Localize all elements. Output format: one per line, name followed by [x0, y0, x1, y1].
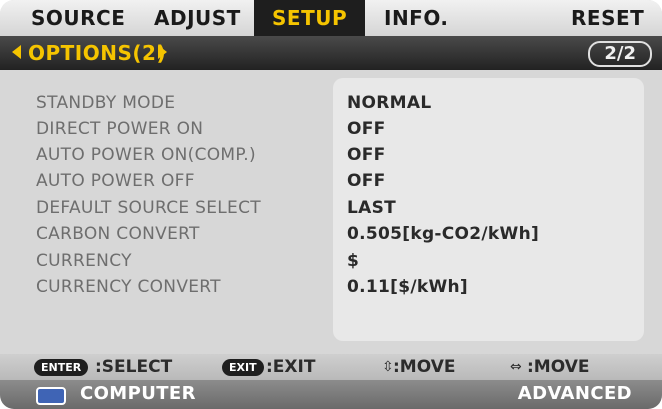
page-indicator: 2/2	[588, 41, 652, 67]
setting-row-auto-power-off[interactable]: AUTO POWER OFF OFF	[0, 169, 662, 193]
setting-row-direct-power-on[interactable]: DIRECT POWER ON OFF	[0, 117, 662, 141]
move-leftright-hint: :MOVE	[527, 357, 590, 377]
select-hint: :SELECT	[95, 357, 173, 377]
arrow-left-icon[interactable]	[12, 45, 21, 59]
exit-key-badge: EXIT	[222, 359, 264, 376]
setting-value[interactable]: LAST	[347, 196, 396, 220]
setting-label: CURRENCY	[36, 251, 132, 271]
tab-info[interactable]: INFO.	[384, 7, 449, 29]
setting-label: CURRENCY CONVERT	[36, 277, 221, 297]
projector-osd-menu: SOURCE ADJUST SETUP INFO. RESET OPTIONS(…	[0, 0, 662, 409]
setting-value[interactable]: $	[347, 249, 359, 273]
computer-source-icon	[36, 387, 66, 405]
setting-label: DIRECT POWER ON	[36, 119, 204, 139]
setting-label: AUTO POWER ON(COMP.)	[36, 145, 256, 165]
setting-value[interactable]: 0.505[kg-CO2/kWh]	[347, 222, 539, 246]
setting-label: DEFAULT SOURCE SELECT	[36, 198, 261, 218]
enter-key-badge: ENTER	[34, 359, 89, 376]
setting-row-auto-power-on[interactable]: AUTO POWER ON(COMP.) OFF	[0, 143, 662, 167]
menu-mode-label: ADVANCED	[517, 383, 632, 404]
setting-value[interactable]: OFF	[347, 117, 386, 141]
submenu-header: OPTIONS(2) 2/2	[0, 36, 662, 70]
updown-arrow-icon: ⇳	[382, 359, 394, 375]
input-source-label: COMPUTER	[80, 383, 196, 404]
setting-label: CARBON CONVERT	[36, 224, 200, 244]
setting-value[interactable]: NORMAL	[347, 91, 431, 115]
leftright-arrow-icon: ⇔	[510, 359, 522, 375]
button-hint-bar: ENTER :SELECT EXIT :EXIT ⇳ :MOVE ⇔ :MOVE	[0, 354, 662, 380]
setting-label: STANDBY MODE	[36, 93, 176, 113]
submenu-title: OPTIONS(2)	[28, 41, 167, 65]
tab-adjust[interactable]: ADJUST	[154, 7, 241, 29]
setting-row-currency[interactable]: CURRENCY $	[0, 249, 662, 273]
settings-panel: STANDBY MODE NORMAL DIRECT POWER ON OFF …	[0, 70, 662, 354]
arrow-right-icon[interactable]	[158, 45, 167, 59]
setting-label: AUTO POWER OFF	[36, 171, 195, 191]
status-bar: COMPUTER ADVANCED	[0, 380, 662, 409]
tab-reset[interactable]: RESET	[571, 7, 644, 29]
setting-row-currency-convert[interactable]: CURRENCY CONVERT 0.11[$/kWh]	[0, 275, 662, 299]
exit-hint: :EXIT	[266, 357, 316, 377]
move-updown-hint: :MOVE	[393, 357, 456, 377]
tab-source[interactable]: SOURCE	[31, 7, 125, 29]
menu-tab-bar: SOURCE ADJUST SETUP INFO. RESET	[0, 0, 662, 36]
setting-row-carbon-convert[interactable]: CARBON CONVERT 0.505[kg-CO2/kWh]	[0, 222, 662, 246]
setting-value[interactable]: 0.11[$/kWh]	[347, 275, 468, 299]
setting-value[interactable]: OFF	[347, 143, 386, 167]
setting-row-default-source-select[interactable]: DEFAULT SOURCE SELECT LAST	[0, 196, 662, 220]
setting-row-standby-mode[interactable]: STANDBY MODE NORMAL	[0, 91, 662, 115]
tab-setup[interactable]: SETUP	[254, 0, 366, 36]
setting-value[interactable]: OFF	[347, 169, 386, 193]
